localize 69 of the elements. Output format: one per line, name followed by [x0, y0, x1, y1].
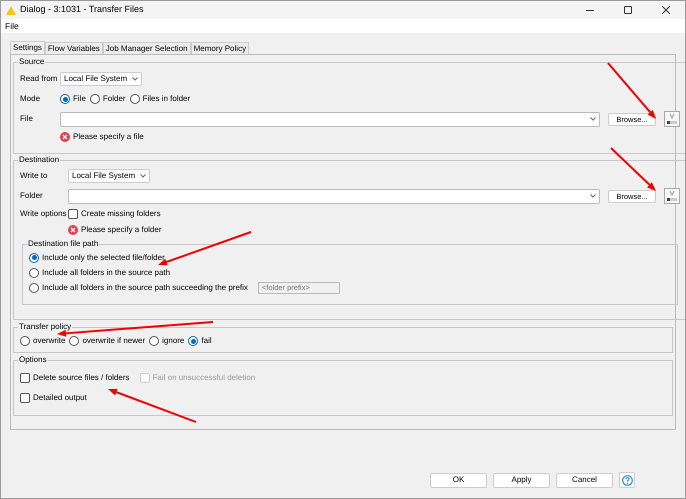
checkbox-label: Fail on unsuccessful deletion	[152, 372, 256, 384]
radio-button[interactable]	[69, 336, 80, 346]
field-label: Folder	[20, 190, 44, 202]
radio-label: overwrite if newer	[82, 335, 146, 347]
radio-label: File	[73, 93, 86, 105]
radio-label: ignore	[162, 335, 184, 347]
checkbox-label: Delete source files / folders	[33, 372, 130, 384]
help-button[interactable]	[619, 472, 635, 488]
radio-button[interactable]	[90, 94, 100, 104]
maximize-icon	[624, 6, 632, 14]
tab[interactable]: Job Manager Selection	[102, 42, 191, 54]
warning-icon	[6, 6, 16, 14]
chevron-icon	[132, 77, 138, 81]
radio-button[interactable]	[130, 94, 140, 104]
field-label: Read from	[20, 73, 58, 85]
chevron-icon	[590, 194, 596, 198]
path-field[interactable]	[60, 112, 600, 126]
section-title: Destination file path	[27, 238, 100, 250]
tab[interactable]: Settings	[10, 41, 45, 54]
close-icon	[662, 6, 670, 14]
radio-label: fail	[201, 335, 212, 347]
dialog-button[interactable]: Cancel	[556, 472, 613, 488]
checkbox-label: Create missing folders	[81, 208, 161, 220]
help-icon	[622, 474, 632, 486]
field-label: Write options	[20, 208, 68, 220]
field-label: Mode	[20, 93, 42, 105]
menu-item[interactable]: File	[5, 20, 19, 32]
radio-button[interactable]	[60, 94, 70, 104]
radio-label: Include all folders in the source path succeeding the prefix	[42, 282, 248, 294]
checkbox[interactable]	[68, 209, 78, 219]
chevron-icon	[140, 174, 146, 178]
flow-variable-button[interactable]	[664, 188, 680, 204]
field-label: Write to	[20, 170, 48, 182]
checkbox[interactable]	[20, 393, 30, 403]
error-message: Please specify a file	[73, 130, 144, 142]
section-title: Options	[18, 354, 48, 366]
annotation-arrow	[610, 147, 656, 191]
radio-label: Folder	[102, 93, 126, 105]
radio-label: Include only the selected file/folder	[42, 252, 165, 264]
section-title: Source	[18, 56, 46, 68]
radio-button[interactable]	[188, 336, 198, 346]
tab[interactable]: Memory Policy	[190, 42, 250, 54]
variable-icon	[666, 113, 678, 125]
radio-button[interactable]	[29, 268, 39, 278]
variable-icon	[666, 190, 678, 202]
flow-variable-button[interactable]	[664, 111, 680, 127]
radio-label: overwrite	[33, 335, 66, 347]
error-icon	[68, 224, 78, 234]
dropdown[interactable]: Local File System	[68, 169, 150, 183]
dialog-button[interactable]: Apply	[493, 472, 550, 488]
radio-button[interactable]	[29, 282, 39, 292]
radio-button[interactable]	[29, 252, 39, 262]
radio-label: Include all folders in the source path	[42, 266, 170, 278]
window-title: Dialog - 3:1031 - Transfer Files	[20, 3, 144, 16]
checkbox-label: Detailed output	[33, 392, 87, 404]
field-label: File	[20, 113, 34, 125]
error-icon	[60, 132, 70, 142]
error-message: Please specify a folder	[81, 224, 162, 236]
dialog-button[interactable]: OK	[430, 472, 487, 488]
path-field[interactable]	[68, 188, 600, 204]
dropdown[interactable]: Local File System	[60, 72, 142, 86]
radio-button[interactable]	[149, 336, 160, 346]
radio-button[interactable]	[20, 336, 30, 346]
chevron-icon	[590, 117, 596, 121]
checkbox[interactable]	[20, 373, 30, 383]
radio-label: Files in folder	[142, 93, 190, 105]
section-title: Destination	[18, 154, 60, 166]
section-title: Transfer policy	[18, 321, 72, 333]
tab[interactable]: Flow Variables	[44, 42, 103, 54]
